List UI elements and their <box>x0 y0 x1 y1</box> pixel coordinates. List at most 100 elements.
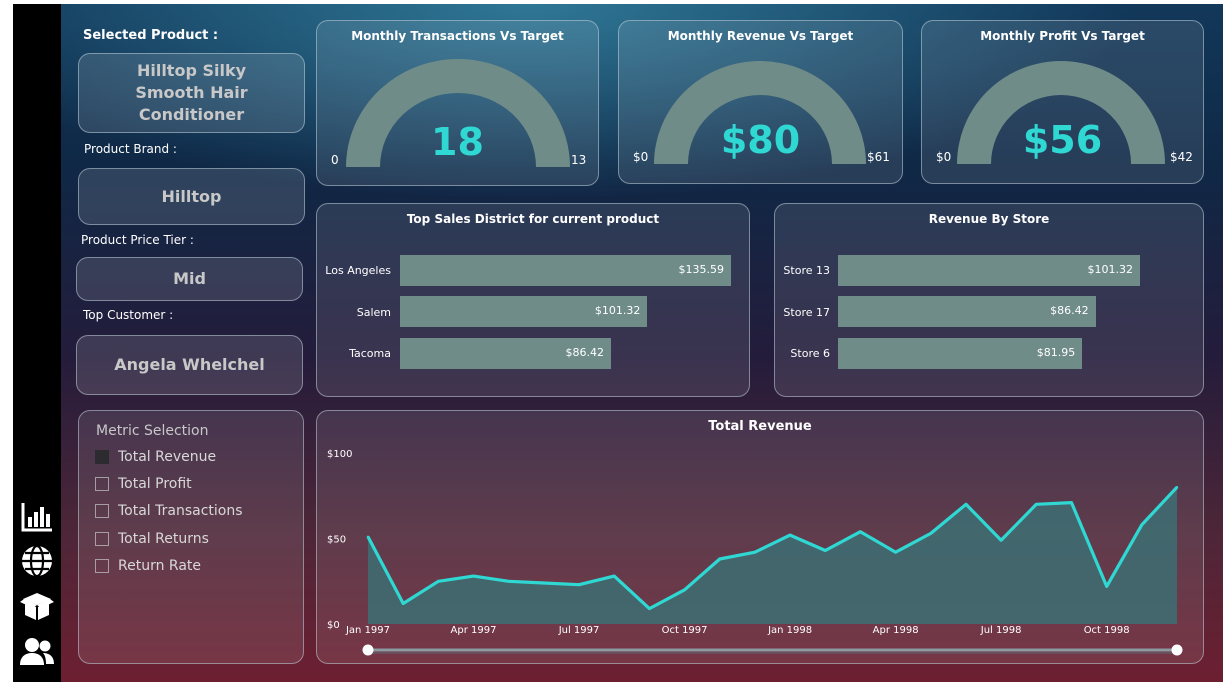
bar[interactable]: $101.32 <box>400 296 648 327</box>
x-tick-label: Jul 1997 <box>558 625 600 636</box>
metric-option-total-profit[interactable]: Total Profit <box>95 474 192 494</box>
total-revenue-chart: $0 $50 $100 Jan 1997 Apr 1997 Jul 1997 Oct 199… <box>327 449 1183 656</box>
checkbox[interactable] <box>95 477 109 491</box>
transactions-gauge-card: Monthly Transactions Vs Target 18 0 13 <box>316 20 599 186</box>
gauge-min: $0 <box>633 150 649 164</box>
users-icon[interactable] <box>18 633 56 671</box>
selected-product-label: Selected Product : <box>83 28 219 43</box>
bar-value: $101.32 <box>1087 263 1134 276</box>
data-point[interactable] <box>542 581 546 585</box>
stores-title: Revenue By Store <box>928 212 1050 226</box>
checkbox[interactable] <box>95 532 109 546</box>
box-icon[interactable] <box>18 587 56 625</box>
gauge-max: $42 <box>1170 150 1193 164</box>
gauge-value: $80 <box>720 118 801 162</box>
bar-label: Store 13 <box>783 264 830 277</box>
top-customer-card[interactable]: Angela Whelchel <box>76 335 303 395</box>
metric-option-return-rate[interactable]: Return Rate <box>95 556 201 576</box>
gauge-min: 0 <box>331 153 339 167</box>
top-customer-value: Angela Whelchel <box>114 355 265 374</box>
profit-gauge-card: Monthly Profit Vs Target $56 $0 $42 <box>921 20 1204 184</box>
bar[interactable]: $81.95 <box>838 338 1083 369</box>
data-point[interactable] <box>1175 486 1179 489</box>
revenue-gauge-card: Monthly Revenue Vs Target $80 $0 $61 <box>618 20 903 184</box>
data-point[interactable] <box>366 535 370 538</box>
x-tick-label: Apr 1998 <box>873 625 919 636</box>
bar-label: Salem <box>356 306 391 319</box>
data-point[interactable] <box>824 549 827 552</box>
data-point[interactable] <box>613 574 616 578</box>
checkbox[interactable] <box>95 450 109 464</box>
bar-value: $86.42 <box>565 346 604 359</box>
metric-option-label: Total Profit <box>118 476 192 492</box>
data-point[interactable] <box>788 533 792 537</box>
nav-rail <box>13 4 61 682</box>
data-point[interactable] <box>894 550 897 554</box>
bar-value: $86.42 <box>1050 304 1089 317</box>
data-point[interactable] <box>753 550 757 554</box>
total-revenue-chart-card: Total Revenue $0 $50 $100 Jan 1997 Apr 1997 J… <box>316 410 1204 664</box>
y-tick-label: $0 <box>327 620 340 631</box>
selected-product-value: Hilltop Silky Smooth Hair Conditioner <box>135 61 248 124</box>
metric-option-total-returns[interactable]: Total Returns <box>95 529 209 549</box>
gauge-value: 18 <box>431 120 484 164</box>
checkbox[interactable] <box>95 504 109 518</box>
bar-chart-icon[interactable] <box>18 498 56 536</box>
product-brand-value: Hilltop <box>161 186 222 206</box>
gauge-min: $0 <box>936 150 952 164</box>
x-tick-label: Apr 1997 <box>451 625 497 636</box>
y-tick-label: $100 <box>327 449 352 460</box>
bar[interactable]: $86.42 <box>400 338 611 369</box>
bar[interactable]: $101.32 <box>838 255 1140 286</box>
x-tick-label: Jan 1997 <box>345 625 390 636</box>
product-brand-label: Product Brand : <box>84 142 177 156</box>
data-point[interactable] <box>1105 585 1108 588</box>
metric-selection-title: Metric Selection <box>96 423 209 439</box>
bar-label: Los Angeles <box>325 264 391 277</box>
date-range-end-handle[interactable] <box>1171 644 1183 656</box>
data-point[interactable] <box>472 574 475 578</box>
data-point[interactable] <box>1070 501 1073 504</box>
data-point[interactable] <box>401 602 405 605</box>
gauge-max: 13 <box>571 153 587 167</box>
bar-label: Store 17 <box>783 306 830 319</box>
x-tick-label: Oct 1998 <box>1084 625 1130 636</box>
data-point[interactable] <box>1140 523 1144 527</box>
data-point[interactable] <box>859 530 862 533</box>
top-customer-label: Top Customer : <box>83 308 174 322</box>
data-point[interactable] <box>1035 503 1038 506</box>
metric-selection-card: Metric Selection Total Revenue Total Pro… <box>78 410 304 664</box>
date-range-start-handle[interactable] <box>362 644 374 656</box>
bar-label: Store 6 <box>790 347 830 360</box>
data-point[interactable] <box>999 539 1003 542</box>
gauge-max: $61 <box>867 150 890 164</box>
gauge-value: $56 <box>1022 118 1103 162</box>
data-point[interactable] <box>929 532 932 535</box>
metric-option-total-transactions[interactable]: Total Transactions <box>95 501 243 521</box>
data-point[interactable] <box>718 557 721 561</box>
product-brand-card[interactable]: Hilltop <box>78 168 305 225</box>
x-tick-label: Jul 1998 <box>980 625 1022 636</box>
revenue-by-store-card: Revenue By Store Store 13 $101.32 Store … <box>774 203 1204 397</box>
data-point[interactable] <box>683 588 686 591</box>
data-point[interactable] <box>964 503 968 506</box>
selected-product-card[interactable]: Hilltop Silky Smooth Hair Conditioner <box>78 53 305 133</box>
data-point[interactable] <box>507 580 510 583</box>
bar-value: $135.59 <box>678 263 725 276</box>
price-tier-card[interactable]: Mid <box>76 257 303 301</box>
x-tick-label: Oct 1997 <box>662 625 708 636</box>
data-point[interactable] <box>648 607 651 610</box>
bar[interactable]: $86.42 <box>838 296 1096 327</box>
globe-icon[interactable] <box>18 542 56 580</box>
metric-option-label: Total Transactions <box>118 503 243 519</box>
price-tier-label: Product Price Tier : <box>81 233 194 247</box>
price-tier-value: Mid <box>173 269 206 288</box>
metric-option-label: Total Returns <box>118 531 209 547</box>
data-point[interactable] <box>577 583 581 586</box>
metric-option-label: Return Rate <box>118 558 202 574</box>
dashboard-canvas: Selected Product : Hilltop Silky Smooth … <box>61 4 1223 682</box>
checkbox[interactable] <box>95 559 109 573</box>
bar[interactable]: $135.59 <box>400 255 731 286</box>
metric-option-total-revenue[interactable]: Total Revenue <box>95 447 216 467</box>
data-point[interactable] <box>437 580 440 583</box>
